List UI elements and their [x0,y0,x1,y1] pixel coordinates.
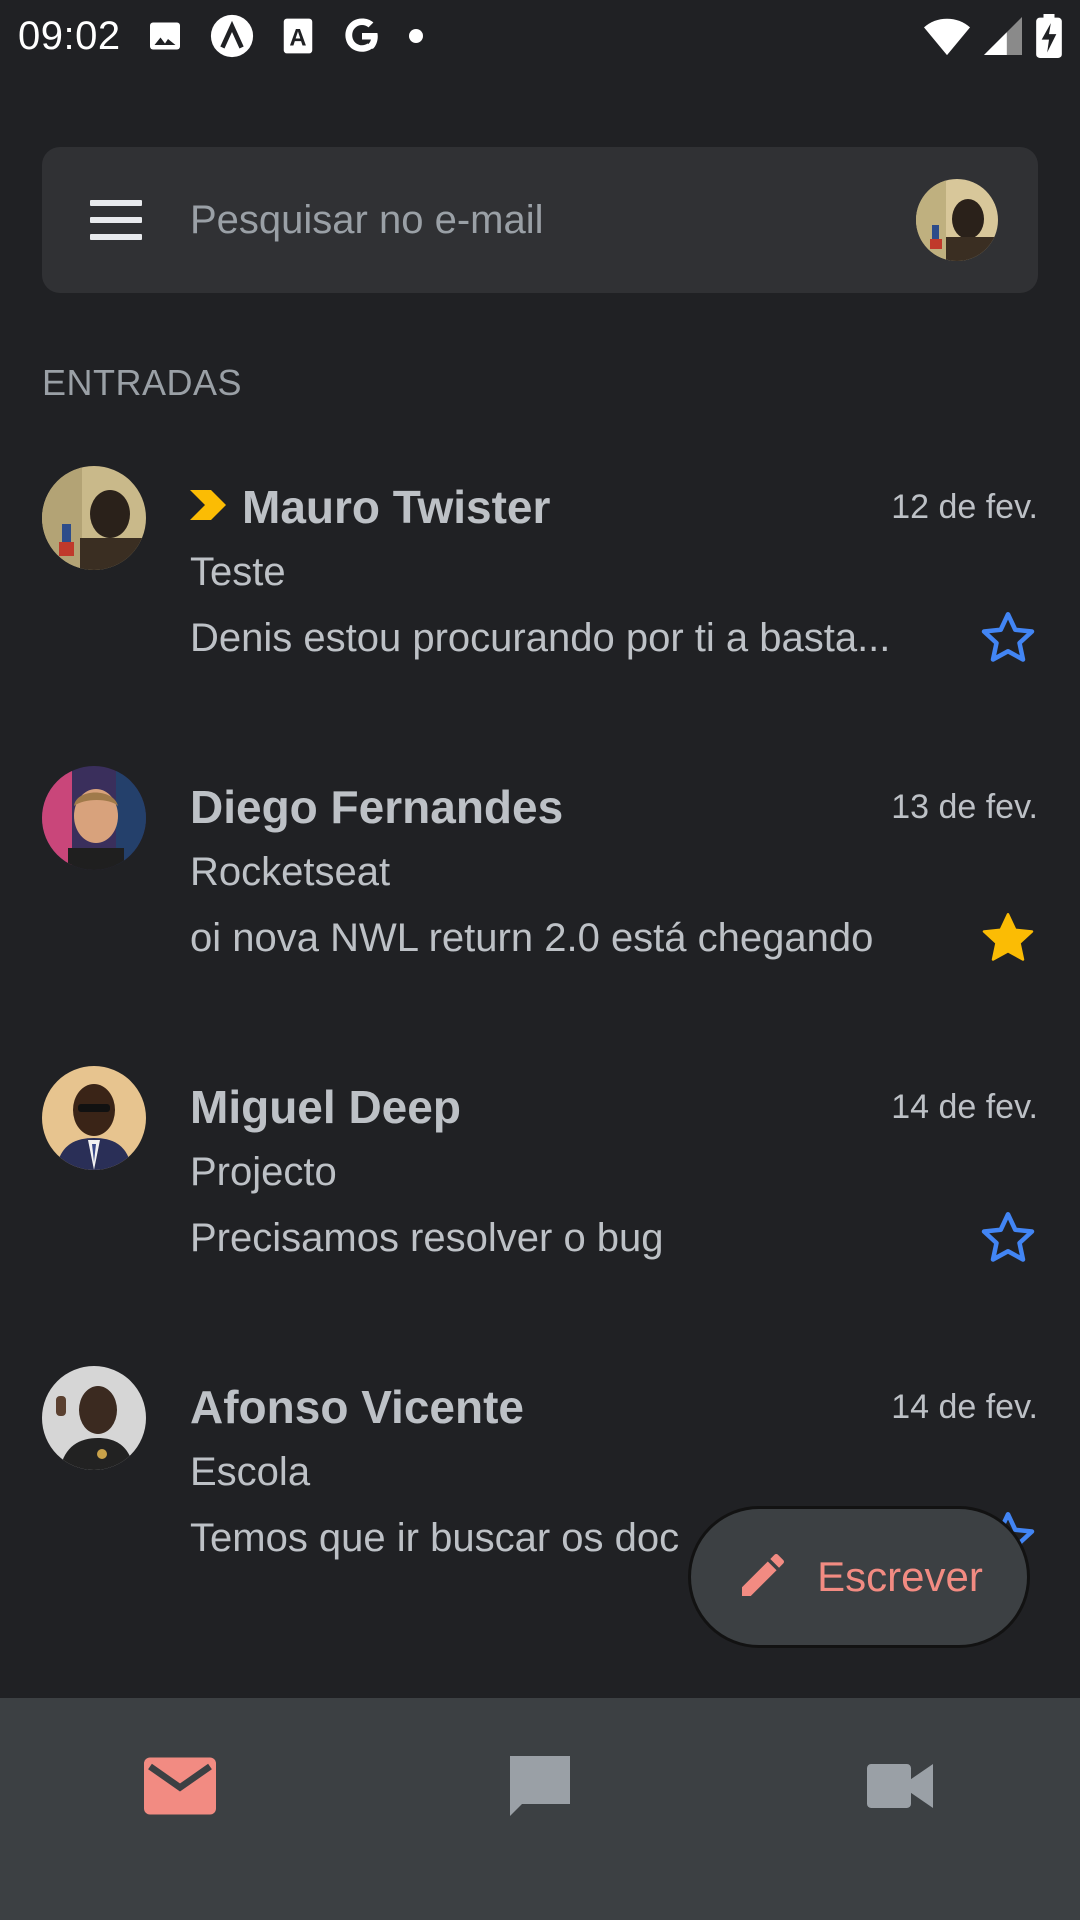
video-icon [867,1763,933,1814]
mail-row[interactable]: Mauro Twister 12 de fev. Teste Denis est… [0,440,1080,740]
nav-chat[interactable] [440,1718,640,1858]
search-bar[interactable]: Pesquisar no e-mail [42,147,1038,293]
svg-text:A: A [289,25,306,52]
account-avatar[interactable] [916,179,998,261]
sender-line: Afonso Vicente 14 de fev. [190,1380,1038,1434]
mail-row[interactable]: Miguel Deep 14 de fev. Projecto Precisam… [0,1040,1080,1340]
email-subject: Projecto [190,1150,337,1194]
email-date: 12 de fev. [891,487,1038,526]
compose-label: Escrever [817,1553,983,1600]
sender-avatar [42,766,146,870]
status-left: 09:02 A [18,13,423,59]
sender-name: Afonso Vicente [190,1381,524,1433]
sender-avatar [42,466,146,570]
battery-charging-icon [1036,14,1062,58]
status-bar: 09:02 A [0,0,1080,72]
email-subject: Teste [190,550,286,594]
sender-name: Miguel Deep [190,1081,461,1133]
image-icon [147,18,183,54]
status-right [924,14,1062,58]
sender-name: Diego Fernandes [190,781,564,833]
google-g-icon [341,15,383,57]
status-time: 09:02 [18,13,121,58]
email-preview: oi nova NWL return 2.0 está chegando [190,916,874,960]
email-date: 14 de fev. [891,1387,1038,1426]
chat-icon [504,1750,576,1827]
sender-name: Mauro Twister [242,481,551,533]
sender-line: Mauro Twister 12 de fev. [190,480,1038,534]
dot-icon [408,29,423,43]
nav-mail[interactable] [80,1718,280,1858]
email-subject: Rocketseat [190,850,391,894]
star-filled-icon[interactable] [978,908,1038,968]
sender-line: Miguel Deep 14 de fev. [190,1080,1038,1134]
sender-avatar [42,1366,146,1470]
lambda-app-icon [209,13,255,59]
search-input[interactable]: Pesquisar no e-mail [190,198,916,243]
sender-wrap: Mauro Twister [190,480,550,534]
email-preview: Denis estou procurando por ti a basta... [190,616,891,660]
email-date: 14 de fev. [891,1087,1038,1126]
email-date: 13 de fev. [891,787,1038,826]
mail-row[interactable]: Diego Fernandes 13 de fev. Rocketseat oi… [0,740,1080,1040]
wifi-icon [924,16,970,56]
compose-button[interactable]: Escrever [688,1506,1030,1648]
text-a-icon: A [281,17,315,55]
nav-video[interactable] [800,1718,1000,1858]
star-outline-icon[interactable] [978,1208,1038,1268]
section-label-inbox: ENTRADAS [42,362,243,403]
pencil-icon [735,1547,791,1608]
email-preview: Precisamos resolver o bug [190,1216,664,1260]
signal-icon [984,16,1022,56]
mail-icon [144,1757,216,1820]
menu-icon[interactable] [90,200,142,240]
sender-avatar [42,1066,146,1170]
sender-line: Diego Fernandes 13 de fev. [190,780,1038,834]
important-marker-icon [190,489,226,525]
email-subject: Escola [190,1450,311,1494]
bottom-nav [0,1698,1080,1920]
star-outline-icon[interactable] [978,608,1038,668]
